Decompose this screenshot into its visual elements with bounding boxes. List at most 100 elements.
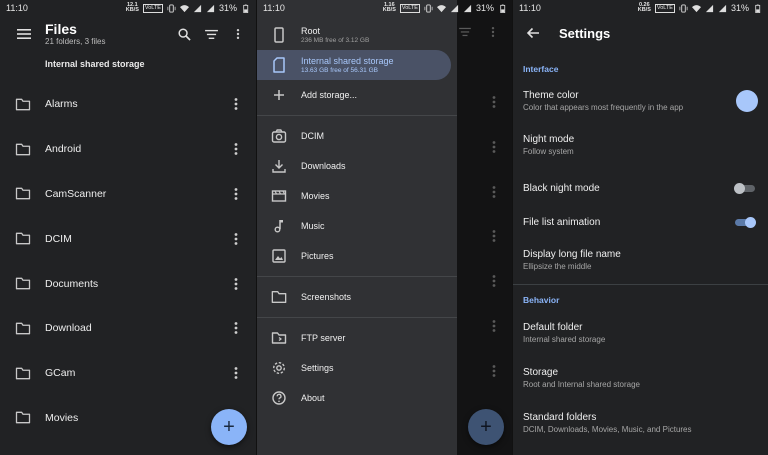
more-options-icon[interactable] xyxy=(229,187,243,201)
pref-summary: Root and Internal shared storage xyxy=(523,380,640,389)
drawer-label: Internal shared storage xyxy=(301,56,394,66)
pref-display-long-file-name[interactable]: Display long file name Ellipsize the midd… xyxy=(513,236,768,284)
image-icon xyxy=(272,249,286,263)
ftp-folder-icon xyxy=(271,332,287,344)
drawer-label: About xyxy=(301,393,325,403)
movie-icon xyxy=(271,190,287,202)
drawer-item-dcim[interactable]: DCIM xyxy=(257,121,457,151)
status-time: 11:10 xyxy=(519,3,541,13)
network-speed: 0.26 KB/S xyxy=(637,2,651,13)
file-name: Android xyxy=(45,143,82,156)
pref-summary: Follow system xyxy=(523,147,574,156)
file-row[interactable]: Alarms xyxy=(0,82,256,127)
pref-title: File list animation xyxy=(523,216,601,228)
file-list: Alarms Android CamScanner DCIM Documents… xyxy=(0,82,256,440)
pref-file-list-animation[interactable]: File list animation xyxy=(513,208,768,236)
pref-standard-folders[interactable]: Standard folders DCIM, Downloads, Movies,… xyxy=(513,401,768,445)
file-name: Documents xyxy=(45,277,99,290)
section-header-interface: Interface xyxy=(523,64,559,74)
drawer-screen: + 11:10 1.16 KB/S VoLTE 31% Root 236 MB … xyxy=(256,0,512,455)
phone-icon xyxy=(274,27,284,43)
more-options-icon[interactable] xyxy=(229,366,243,380)
more-options-icon[interactable] xyxy=(229,232,243,246)
hamburger-menu-icon[interactable] xyxy=(14,28,34,40)
pref-title: Default folder xyxy=(523,322,583,333)
signal-icon-2 xyxy=(718,4,727,12)
more-options-icon xyxy=(487,364,501,378)
pref-summary: DCIM, Downloads, Movies, Music, and Pict… xyxy=(523,425,692,434)
divider xyxy=(257,276,457,277)
folder-icon xyxy=(271,289,287,305)
more-options-icon[interactable] xyxy=(229,97,243,111)
pref-storage[interactable]: Storage Root and Internal shared storage xyxy=(513,355,768,401)
drawer-item-ftp-server[interactable]: FTP server xyxy=(257,323,457,353)
black-night-mode-switch[interactable] xyxy=(734,182,756,194)
folder-icon xyxy=(15,143,31,156)
pref-summary: Internal shared storage xyxy=(523,335,606,344)
breadcrumb[interactable]: Internal shared storage xyxy=(0,52,256,82)
more-options-icon xyxy=(487,274,501,288)
vibrate-icon xyxy=(679,3,688,13)
add-fab-button: + xyxy=(468,409,504,445)
drawer-item-root[interactable]: Root 236 MB free of 3.12 GB xyxy=(257,20,457,50)
battery-percent: 31% xyxy=(475,3,494,13)
network-speed: 12.1 KB/S xyxy=(125,2,139,13)
file-list-animation-switch[interactable] xyxy=(734,216,756,228)
pref-black-night-mode[interactable]: Black night mode xyxy=(513,168,768,208)
battery-percent: 31% xyxy=(730,3,749,13)
more-options-icon[interactable] xyxy=(232,28,244,40)
more-options-icon[interactable] xyxy=(229,142,243,156)
file-name: DCIM xyxy=(45,232,72,245)
drawer-item-screenshots[interactable]: Screenshots xyxy=(257,282,457,312)
status-time: 11:10 xyxy=(6,3,28,13)
drawer-item-downloads[interactable]: Downloads xyxy=(257,151,457,181)
more-options-icon xyxy=(487,140,501,154)
vibrate-icon xyxy=(167,3,176,13)
pref-title: Night mode xyxy=(523,134,575,145)
pref-summary: Color that appears most frequently in th… xyxy=(523,103,684,112)
drawer-item-pictures[interactable]: Pictures xyxy=(257,241,457,271)
drawer-item-movies[interactable]: Movies xyxy=(257,181,457,211)
back-arrow-icon[interactable] xyxy=(525,27,541,39)
more-options-icon[interactable] xyxy=(229,277,243,291)
pref-title: Standard folders xyxy=(523,412,597,423)
pref-title: Theme color xyxy=(523,90,579,101)
more-options-icon xyxy=(487,229,501,243)
drawer-label: Pictures xyxy=(301,251,334,261)
file-name: Download xyxy=(45,322,92,335)
more-options-icon[interactable] xyxy=(229,321,243,335)
drawer-sublabel: 13.63 GB free of 56.31 GB xyxy=(301,67,378,74)
file-row[interactable]: Android xyxy=(0,127,256,172)
folder-icon xyxy=(15,322,31,335)
folder-icon xyxy=(15,98,31,111)
pref-night-mode[interactable]: Night mode Follow system xyxy=(513,122,768,168)
drawer-item-music[interactable]: Music xyxy=(257,211,457,241)
drawer-item-about[interactable]: About xyxy=(257,383,457,413)
file-name: GCam xyxy=(45,367,76,380)
file-row[interactable]: Download xyxy=(0,306,256,351)
sd-card-icon xyxy=(273,57,285,73)
sort-icon[interactable] xyxy=(205,29,218,40)
battery-icon xyxy=(755,4,761,13)
drawer-label: Settings xyxy=(301,363,334,373)
theme-color-swatch xyxy=(736,90,758,112)
search-icon[interactable] xyxy=(178,27,191,41)
gear-icon xyxy=(272,361,286,375)
status-bar: 11:10 0.26 KB/S VoLTE 31% xyxy=(513,0,768,16)
file-row[interactable]: DCIM xyxy=(0,216,256,261)
file-row[interactable]: GCam xyxy=(0,351,256,396)
drawer-item-internal-storage[interactable]: Internal shared storage 13.63 GB free of … xyxy=(257,50,451,80)
pref-theme-color[interactable]: Theme color Color that appears most frequ… xyxy=(513,80,768,122)
pref-default-folder[interactable]: Default folder Internal shared storage xyxy=(513,311,768,355)
drawer-label: Movies xyxy=(301,191,330,201)
scrim[interactable]: + xyxy=(457,0,512,455)
wifi-icon xyxy=(436,4,446,12)
more-options-icon xyxy=(487,26,499,38)
add-fab-button[interactable]: + xyxy=(211,409,247,445)
file-row[interactable]: Documents xyxy=(0,261,256,306)
file-row[interactable]: CamScanner xyxy=(0,172,256,217)
files-app-bar: Files 21 folders, 3 files xyxy=(0,16,256,52)
drawer-label: Screenshots xyxy=(301,292,352,302)
drawer-item-add-storage[interactable]: Add storage... xyxy=(257,80,457,110)
drawer-item-settings[interactable]: Settings xyxy=(257,353,457,383)
